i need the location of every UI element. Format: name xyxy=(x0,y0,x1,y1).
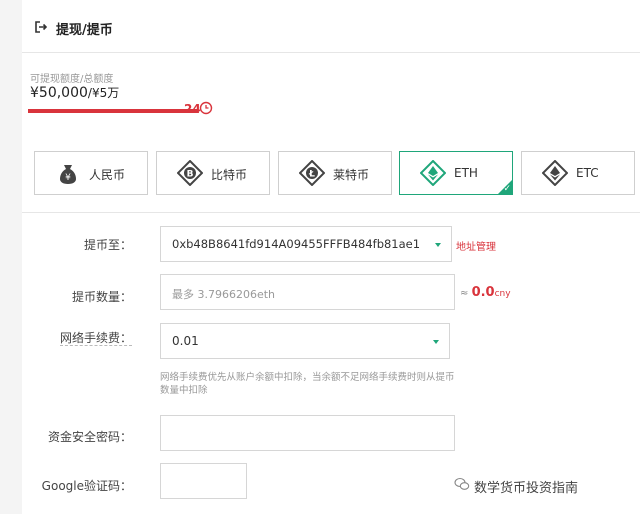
wechat-icon xyxy=(454,477,470,490)
amount-placeholder: 最多 3.7966206eth xyxy=(172,288,276,301)
tab-btc[interactable]: B 比特币 xyxy=(156,151,270,195)
fee-note: 网络手续费优先从账户余额中扣除，当余额不足网络手续费时则从提币数量中扣除 xyxy=(160,372,455,396)
divider xyxy=(22,212,640,213)
tab-etc[interactable]: ETC xyxy=(521,151,635,195)
svg-text:¥: ¥ xyxy=(65,173,71,183)
amount-label: 提币数量： xyxy=(71,290,132,304)
address-manage-link[interactable]: 地址管理 xyxy=(456,238,496,253)
ethereum-classic-icon xyxy=(542,160,568,186)
tab-ltc[interactable]: Ł 莱特币 xyxy=(278,151,392,195)
quota-value: ¥50,000/¥5万 xyxy=(30,84,119,101)
logout-icon xyxy=(35,21,47,33)
tab-label: 莱特币 xyxy=(333,168,370,182)
tab-rmb[interactable]: ¥ 人民币 xyxy=(34,151,148,195)
fee-value: 0.01 xyxy=(172,334,199,348)
approx-symbol: ≈ xyxy=(460,288,469,299)
check-icon: ✓ xyxy=(503,184,511,194)
watermark: 数学货币投资指南 xyxy=(454,477,579,496)
24h-badge: 24 xyxy=(184,101,213,116)
password-label: 资金安全密码： xyxy=(47,430,132,444)
tab-label: ETC xyxy=(576,166,599,180)
amount-input[interactable]: 最多 3.7966206eth xyxy=(160,274,455,310)
fee-select[interactable]: 0.01 xyxy=(160,323,450,359)
clock-icon xyxy=(199,101,213,115)
quota-available: ¥50,000 xyxy=(30,85,88,101)
cny-estimate: ≈ 0.0cny xyxy=(460,285,511,300)
approx-unit: cny xyxy=(494,289,511,299)
chevron-down-icon xyxy=(433,340,439,344)
bitcoin-icon: B xyxy=(177,160,203,186)
tab-label: ETH xyxy=(454,166,478,180)
svg-text:Ł: Ł xyxy=(308,170,315,180)
tab-label: 人民币 xyxy=(89,168,126,182)
fee-label: 网络手续费： xyxy=(59,331,132,346)
quota-progress-fill xyxy=(28,109,198,113)
google-code-input[interactable] xyxy=(160,463,247,499)
svg-text:B: B xyxy=(187,170,194,180)
google-code-label: Google验证码： xyxy=(41,479,132,493)
quota-progress-bar xyxy=(28,109,198,113)
quota-label: 可提现额度/总额度 xyxy=(30,74,114,85)
ethereum-icon xyxy=(420,160,446,186)
watermark-text: 数学货币投资指南 xyxy=(474,481,579,496)
withdraw-panel: 提现/提币 可提现额度/总额度 ¥50,000/¥5万 24 ¥ 人民币 B 比… xyxy=(22,0,640,514)
tab-eth[interactable]: ETH ✓ xyxy=(399,151,513,195)
address-label: 提币至： xyxy=(83,238,132,252)
tab-label: 比特币 xyxy=(211,168,248,182)
quota-total: /¥5万 xyxy=(87,86,120,100)
litecoin-icon: Ł xyxy=(299,160,325,186)
chevron-down-icon xyxy=(435,243,441,247)
page-header: 提现/提币 xyxy=(22,0,640,53)
password-input[interactable] xyxy=(160,415,455,451)
address-value: 0xb48B8641fd914A09455FFFB484fb81ae1 xyxy=(172,237,421,251)
page-title: 提现/提币 xyxy=(56,23,113,38)
money-bag-icon: ¥ xyxy=(60,165,76,184)
approx-value: 0.0 xyxy=(471,285,495,300)
fee-label-wrap: 网络手续费： xyxy=(22,329,132,346)
address-select[interactable]: 0xb48B8641fd914A09455FFFB484fb81ae1 xyxy=(160,226,452,262)
